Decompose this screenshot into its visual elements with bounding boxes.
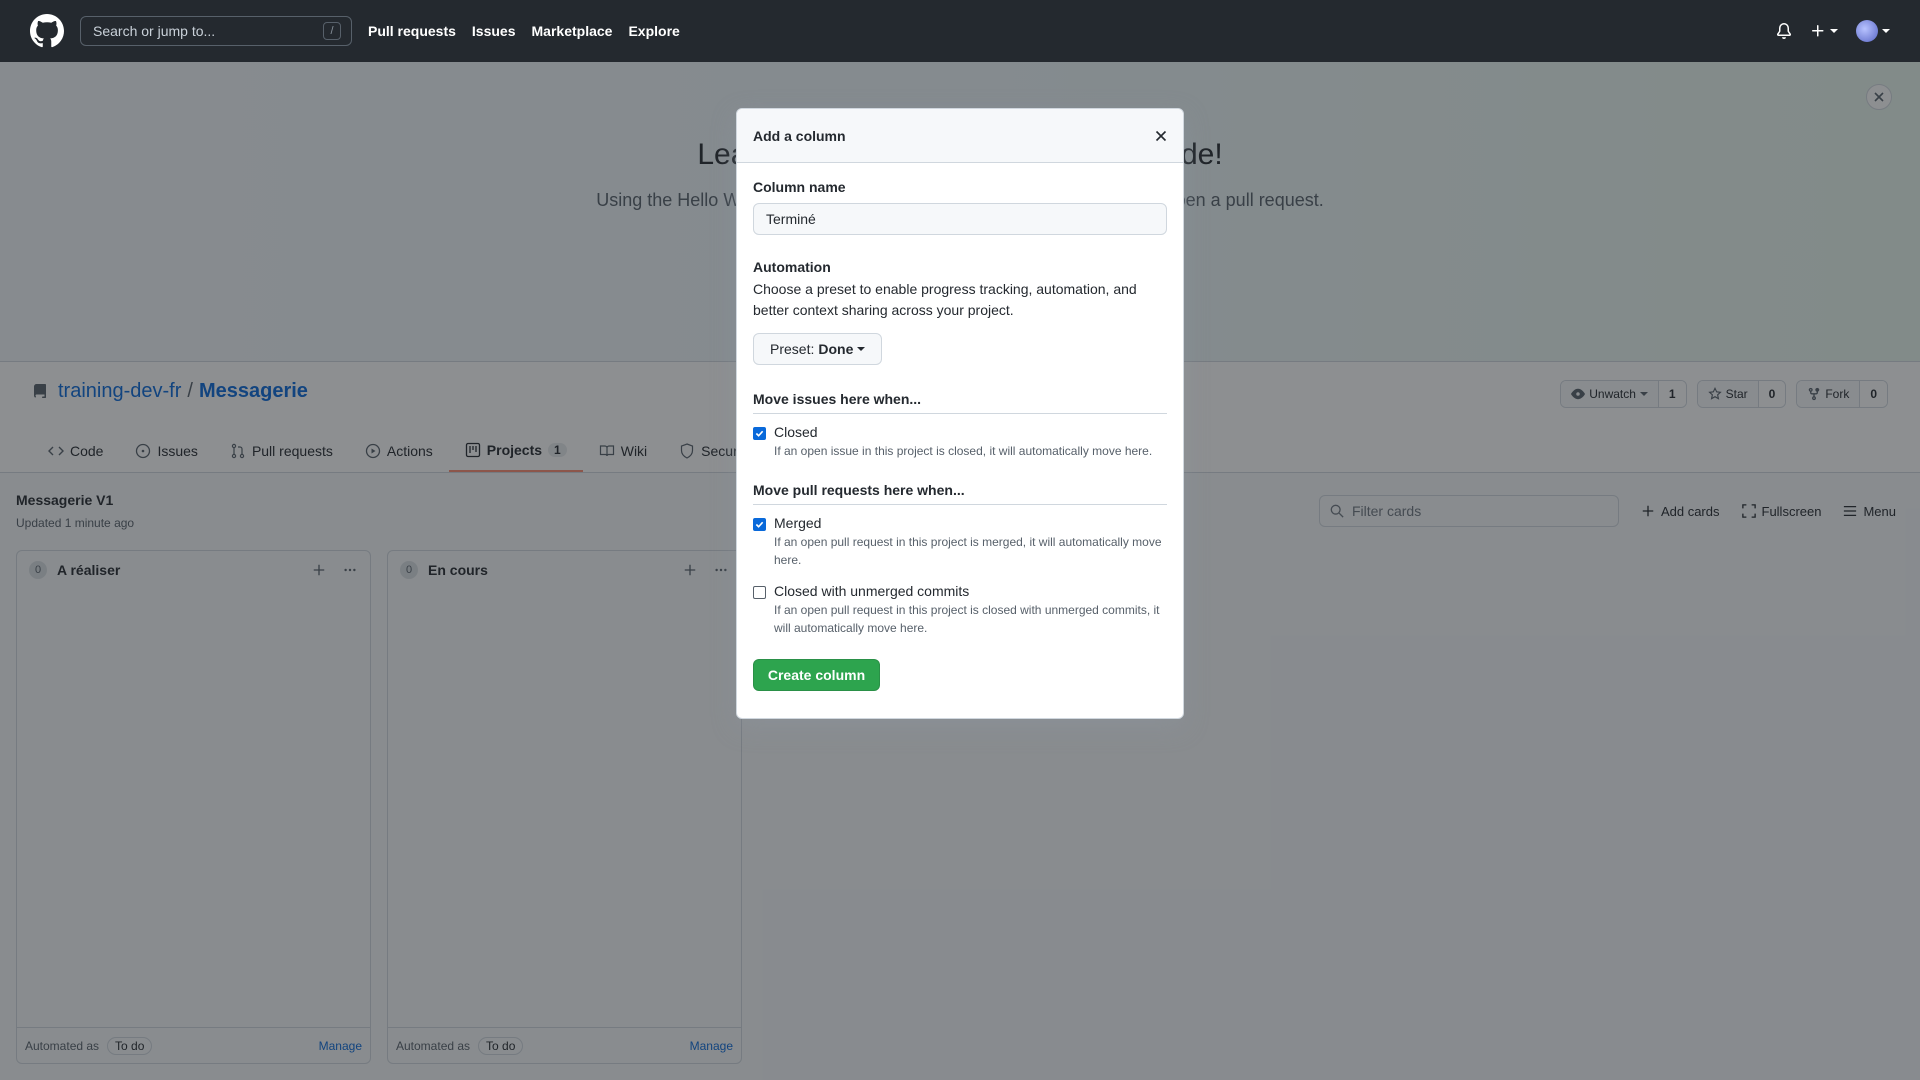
dialog-title: Add a column bbox=[753, 127, 846, 144]
dialog-body: Column name Automation Choose a preset t… bbox=[737, 163, 1183, 707]
top-nav: Pull requests Issues Marketplace Explore bbox=[368, 23, 696, 39]
add-column-dialog: Add a column Column name Automation Choo… bbox=[736, 108, 1184, 719]
plus-dropdown-icon[interactable] bbox=[1810, 23, 1838, 39]
column-name-label: Column name bbox=[753, 179, 846, 195]
slash-shortcut-key: / bbox=[323, 22, 341, 40]
preset-value: Done bbox=[818, 341, 854, 357]
closed-checkbox[interactable] bbox=[753, 427, 766, 440]
nav-marketplace[interactable]: Marketplace bbox=[532, 23, 613, 39]
unmerged-option-text: Closed with unmerged commits If an open … bbox=[774, 583, 1167, 637]
closed-note: If an open issue in this project is clos… bbox=[774, 444, 1153, 458]
nav-explore[interactable]: Explore bbox=[628, 23, 679, 39]
unmerged-option: Closed with unmerged commits If an open … bbox=[753, 583, 1167, 637]
merged-title: Merged bbox=[774, 515, 822, 531]
unmerged-checkbox[interactable] bbox=[753, 586, 766, 599]
merged-checkbox[interactable] bbox=[753, 518, 766, 531]
prs-section-title: Move pull requests here when... bbox=[753, 482, 1167, 505]
issues-section-title: Move issues here when... bbox=[753, 391, 1167, 414]
preset-prefix: Preset: bbox=[770, 341, 815, 357]
closed-option-text: Closed If an open issue in this project … bbox=[774, 424, 1152, 460]
unmerged-note: If an open pull request in this project … bbox=[774, 603, 1160, 635]
closed-title: Closed bbox=[774, 424, 818, 440]
merged-option: Merged If an open pull request in this p… bbox=[753, 515, 1167, 569]
nav-issues[interactable]: Issues bbox=[472, 23, 516, 39]
merged-option-text: Merged If an open pull request in this p… bbox=[774, 515, 1167, 569]
preset-dropdown[interactable]: Preset: Done bbox=[753, 333, 883, 365]
avatar bbox=[1856, 20, 1878, 42]
column-name-input[interactable] bbox=[753, 203, 1167, 235]
header-right bbox=[1776, 20, 1890, 42]
automation-label: Automation bbox=[753, 259, 831, 275]
github-logo-icon[interactable] bbox=[30, 14, 64, 48]
close-icon[interactable] bbox=[1155, 130, 1167, 142]
bell-icon[interactable] bbox=[1776, 23, 1792, 39]
merged-note: If an open pull request in this project … bbox=[774, 535, 1162, 567]
automation-description: Choose a preset to enable progress track… bbox=[753, 281, 1137, 318]
nav-pull-requests[interactable]: Pull requests bbox=[368, 23, 456, 39]
caret-down-icon bbox=[857, 345, 866, 353]
global-search-input[interactable]: Search or jump to... / bbox=[80, 16, 352, 46]
dialog-header: Add a column bbox=[737, 109, 1183, 163]
create-column-button[interactable]: Create column bbox=[753, 659, 880, 691]
global-header: Search or jump to... / Pull requests Iss… bbox=[0, 0, 1920, 62]
unmerged-title: Closed with unmerged commits bbox=[774, 583, 970, 599]
search-placeholder: Search or jump to... bbox=[93, 23, 216, 39]
user-menu[interactable] bbox=[1856, 20, 1890, 42]
closed-option: Closed If an open issue in this project … bbox=[753, 424, 1167, 460]
